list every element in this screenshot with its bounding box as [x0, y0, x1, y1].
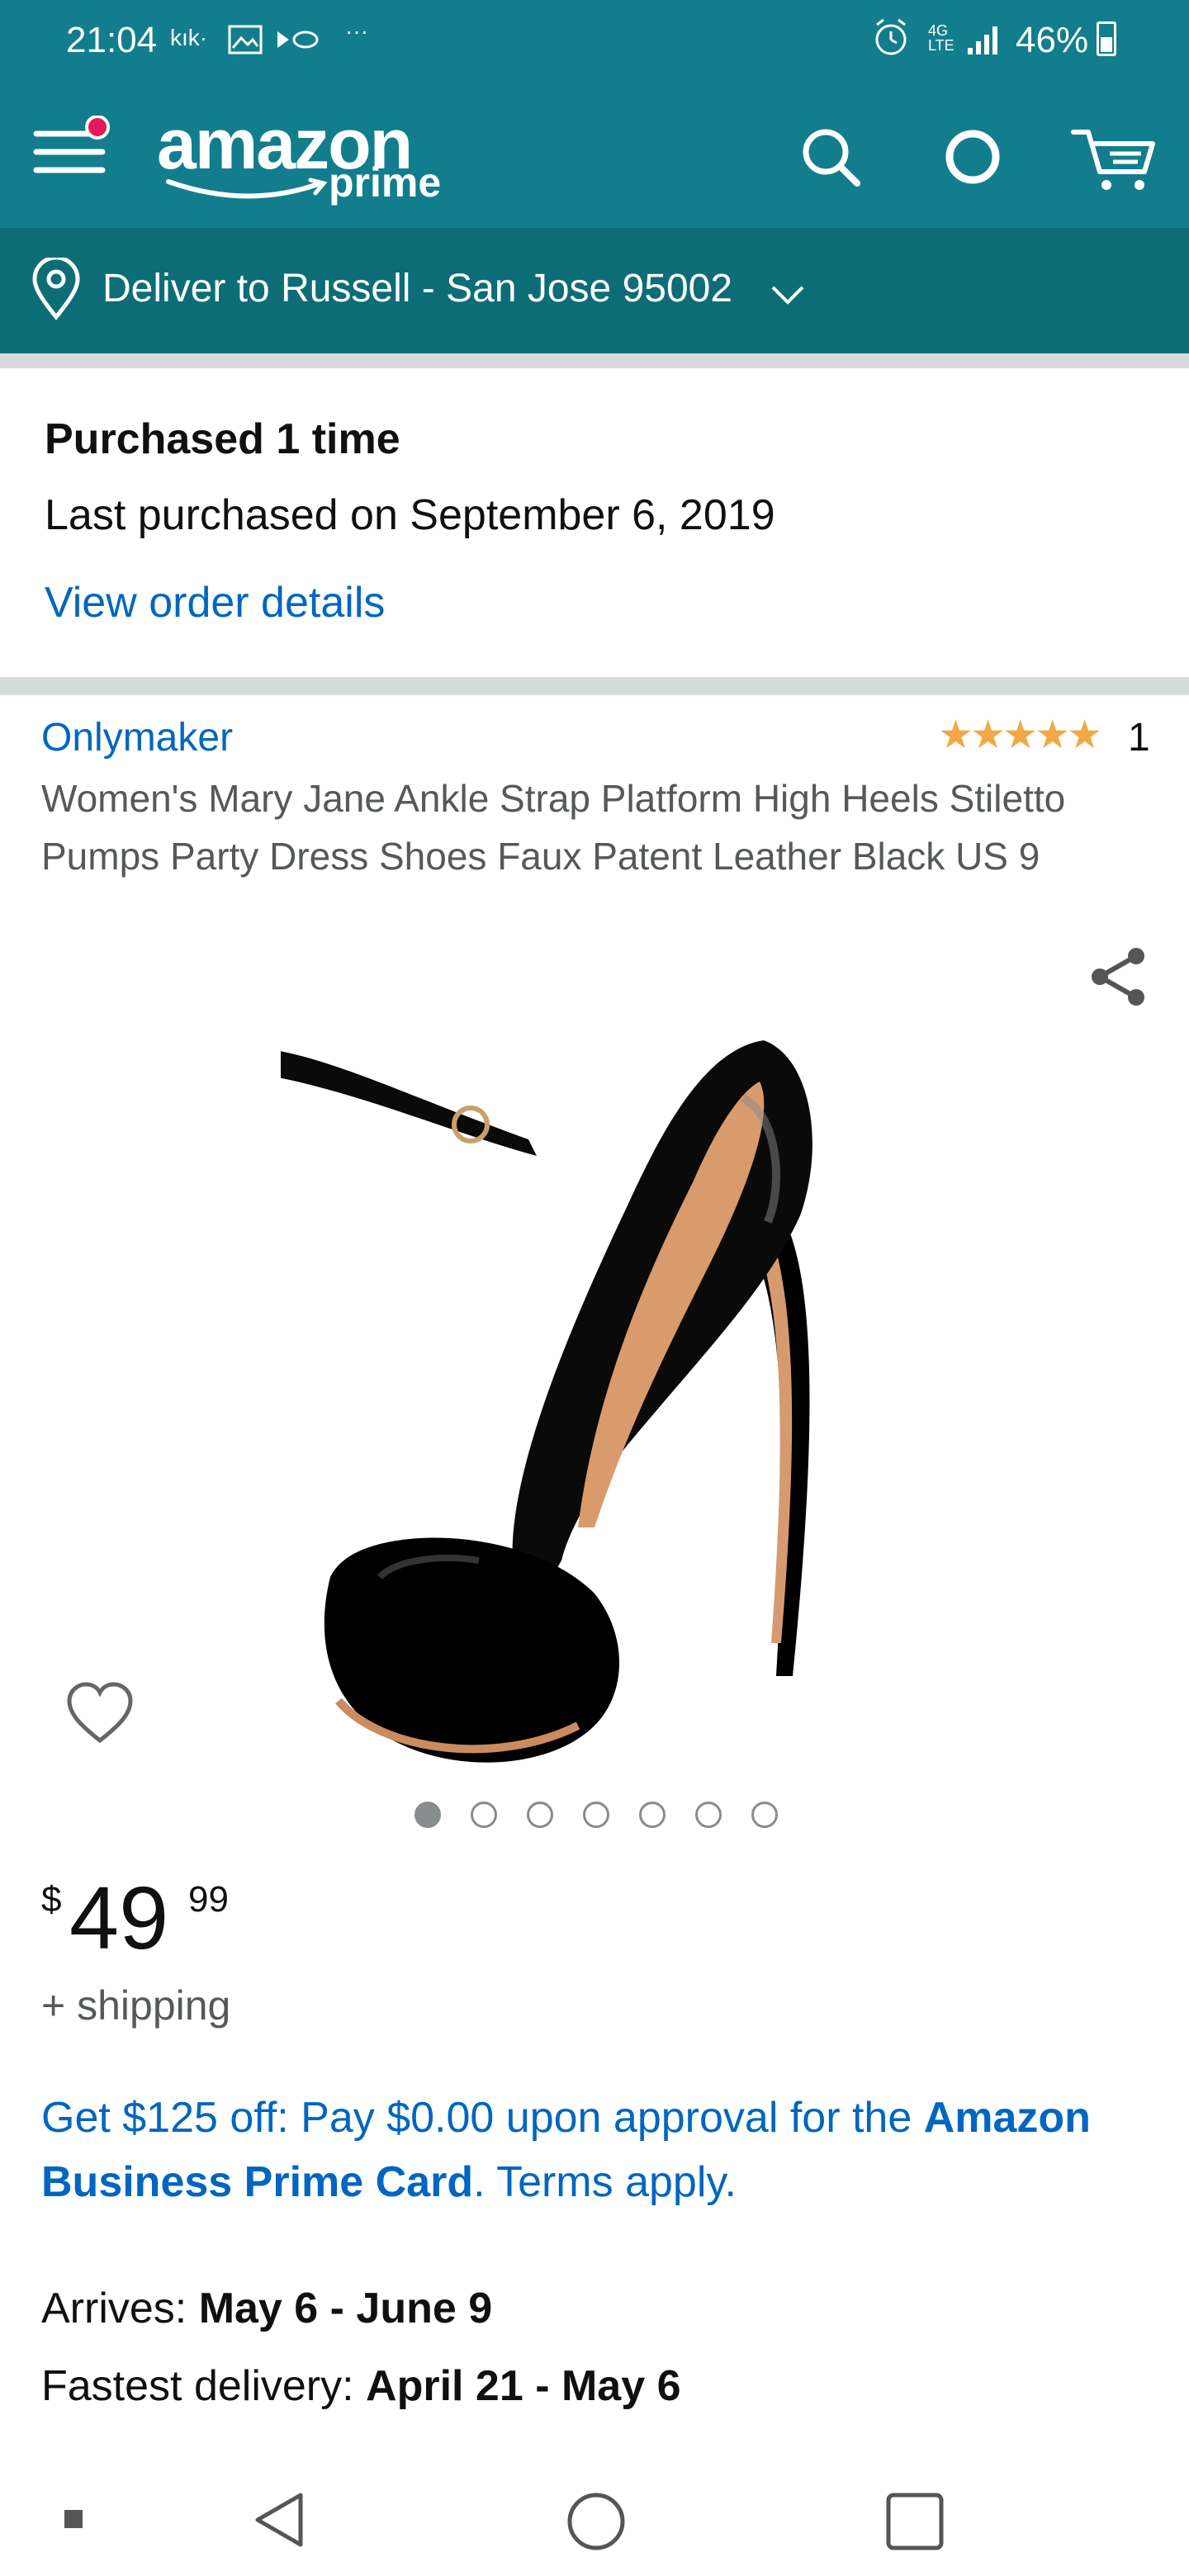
battery-icon: [1097, 21, 1116, 56]
image-notification-icon: [228, 25, 263, 54]
battery-percent: 46%: [1016, 20, 1089, 60]
promo-terms: . Terms apply.: [473, 2158, 737, 2206]
arrives-label: Arrives:: [41, 2285, 199, 2332]
deliver-to-bar[interactable]: Deliver to Russell - San Jose 95002: [0, 228, 1189, 353]
last-purchased-date: Last purchased on September 6, 2019: [45, 491, 775, 539]
network-type-icon: 4G LTE: [928, 22, 955, 54]
carousel-dot[interactable]: [527, 1802, 553, 1828]
view-order-details-link[interactable]: View order details: [45, 578, 385, 627]
smile-arrow-icon: [166, 178, 328, 199]
carousel-dot[interactable]: [414, 1802, 441, 1828]
amazon-prime-logo[interactable]: amazon prime: [157, 101, 454, 216]
video-notification-icon: [277, 31, 319, 49]
kik-notification-icon: kık·: [170, 25, 208, 50]
system-nav-bar: [0, 2460, 1189, 2576]
section-divider: [0, 353, 1189, 368]
promo-text: Get $125 off: Pay $0.00 upon approval fo…: [41, 2094, 924, 2142]
alexa-icon[interactable]: [940, 124, 1006, 190]
credit-card-promo[interactable]: Get $125 off: Pay $0.00 upon approval fo…: [41, 2086, 1148, 2214]
carousel-dot[interactable]: [471, 1802, 497, 1828]
location-pin-icon: [32, 258, 80, 320]
rating-count[interactable]: 1: [1128, 715, 1150, 760]
product-image[interactable]: [281, 933, 908, 1783]
share-icon[interactable]: [1087, 945, 1151, 1009]
deliver-address[interactable]: Deliver to Russell - San Jose 95002: [102, 266, 732, 311]
status-bar: 21:04 kık· ··· 4G LTE 46%: [0, 0, 1189, 83]
price-fraction: 99: [188, 1879, 229, 1920]
carousel-dot[interactable]: [751, 1802, 778, 1828]
more-notifications-icon: ···: [345, 18, 368, 44]
arrives-value: May 6 - June 9: [198, 2285, 493, 2332]
purchase-count: Purchased 1 time: [45, 415, 400, 463]
home-icon[interactable]: [565, 2490, 628, 2553]
carousel-dot[interactable]: [695, 1802, 722, 1828]
star-rating[interactable]: ★★★★★: [938, 712, 1102, 758]
nav-dot-icon[interactable]: [64, 2510, 83, 2528]
price-whole: 49: [69, 1868, 169, 1968]
logo-prime-text: prime: [329, 159, 442, 206]
status-time: 21:04: [66, 20, 158, 60]
alarm-icon: [875, 18, 907, 55]
back-icon[interactable]: [251, 2490, 309, 2550]
menu-icon[interactable]: [33, 116, 116, 182]
image-carousel-dots[interactable]: [414, 1802, 778, 1830]
chevron-down-icon[interactable]: [770, 282, 806, 307]
search-icon[interactable]: [798, 124, 864, 190]
wishlist-heart-icon[interactable]: [64, 1681, 135, 1747]
shipping-text: + shipping: [41, 1982, 231, 2029]
carousel-dot[interactable]: [583, 1802, 609, 1828]
cart-icon[interactable]: [1070, 121, 1161, 195]
price-symbol: $: [41, 1879, 62, 1920]
brand-link[interactable]: Onlymaker: [41, 715, 233, 760]
carousel-dot[interactable]: [639, 1802, 666, 1828]
arrival-date: Arrives: May 6 - June 9: [41, 2284, 492, 2333]
recents-icon[interactable]: [883, 2490, 946, 2553]
section-divider: [0, 677, 1189, 695]
signal-icon: [968, 26, 997, 54]
fastest-value: April 21 - May 6: [366, 2362, 681, 2410]
fastest-label: Fastest delivery:: [41, 2362, 367, 2410]
fastest-delivery: Fastest delivery: April 21 - May 6: [41, 2361, 681, 2411]
app-header: amazon prime: [0, 83, 1189, 228]
purchase-history-panel: Purchased 1 time Last purchased on Septe…: [0, 368, 1189, 677]
product-title: Women's Mary Jane Ankle Strap Platform H…: [41, 777, 1066, 878]
